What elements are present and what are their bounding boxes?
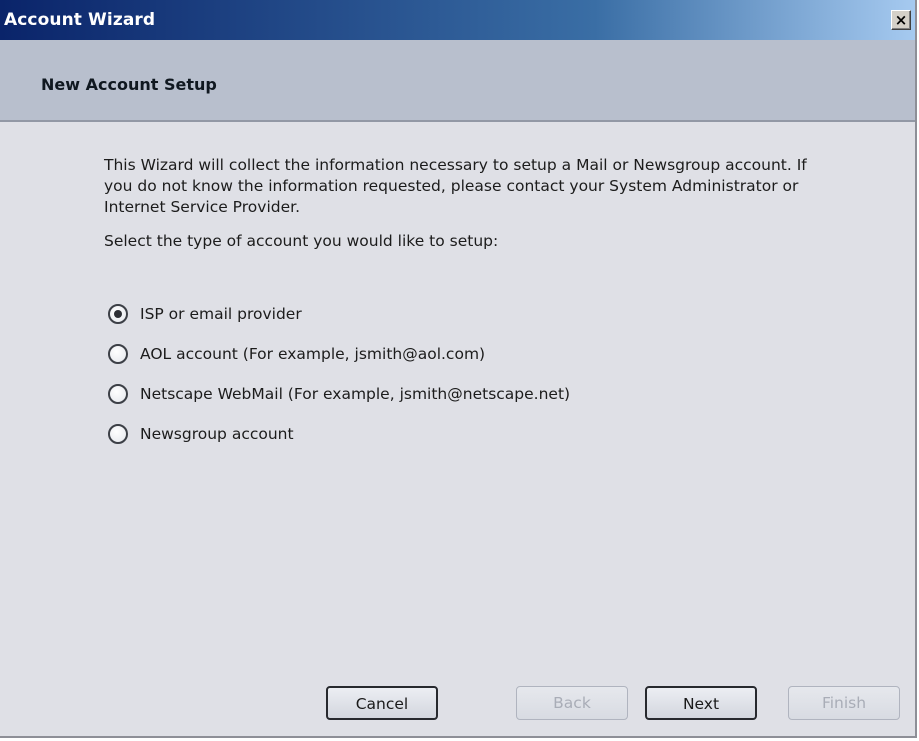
option-aol-account[interactable]: AOL account (For example, jsmith@aol.com… xyxy=(108,334,824,374)
account-wizard-window: Account Wizard × New Account Setup This … xyxy=(0,0,917,738)
wizard-header: New Account Setup xyxy=(0,40,915,122)
close-button[interactable]: × xyxy=(891,10,911,30)
option-netscape-webmail[interactable]: Netscape WebMail (For example, jsmith@ne… xyxy=(108,374,824,414)
account-type-radio-group: ISP or email provider AOL account (For e… xyxy=(108,294,824,454)
radio-newsgroup-account[interactable] xyxy=(108,424,128,444)
radio-netscape-webmail[interactable] xyxy=(108,384,128,404)
page-title: New Account Setup xyxy=(41,75,217,94)
option-isp-email-provider[interactable]: ISP or email provider xyxy=(108,294,824,334)
window-title: Account Wizard xyxy=(4,10,156,30)
wizard-button-row: Cancel Back Next Finish xyxy=(0,686,915,722)
option-label[interactable]: AOL account (For example, jsmith@aol.com… xyxy=(140,345,485,363)
radio-selected-dot-icon xyxy=(114,310,122,318)
account-type-prompt: Select the type of account you would lik… xyxy=(104,232,499,250)
back-button[interactable]: Back xyxy=(516,686,628,720)
close-icon: × xyxy=(894,11,908,29)
radio-aol-account[interactable] xyxy=(108,344,128,364)
option-label[interactable]: ISP or email provider xyxy=(140,305,302,323)
cancel-button[interactable]: Cancel xyxy=(326,686,438,720)
option-newsgroup-account[interactable]: Newsgroup account xyxy=(108,414,824,454)
next-button[interactable]: Next xyxy=(645,686,757,720)
wizard-description: This Wizard will collect the information… xyxy=(104,156,807,216)
wizard-content: This Wizard will collect the information… xyxy=(104,155,824,454)
option-label[interactable]: Netscape WebMail (For example, jsmith@ne… xyxy=(140,385,570,403)
radio-isp-email-provider[interactable] xyxy=(108,304,128,324)
finish-button[interactable]: Finish xyxy=(788,686,900,720)
title-bar[interactable]: Account Wizard × xyxy=(0,0,915,40)
option-label[interactable]: Newsgroup account xyxy=(140,425,294,443)
